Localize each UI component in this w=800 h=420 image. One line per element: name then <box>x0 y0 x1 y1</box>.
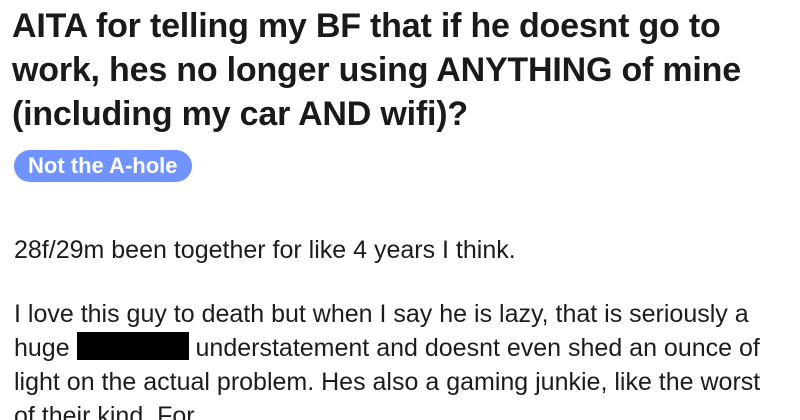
redaction-bar <box>76 332 189 360</box>
post-body-paragraph: I love this guy to death but when I say … <box>14 297 786 420</box>
post-flair-badge[interactable]: Not the A-hole <box>14 150 192 182</box>
post-title[interactable]: AITA for telling my BF that if he doesnt… <box>12 4 792 136</box>
post-container: AITA for telling my BF that if he doesnt… <box>0 0 800 420</box>
post-body-paragraph: 28f/29m been together for like 4 years I… <box>14 236 516 264</box>
